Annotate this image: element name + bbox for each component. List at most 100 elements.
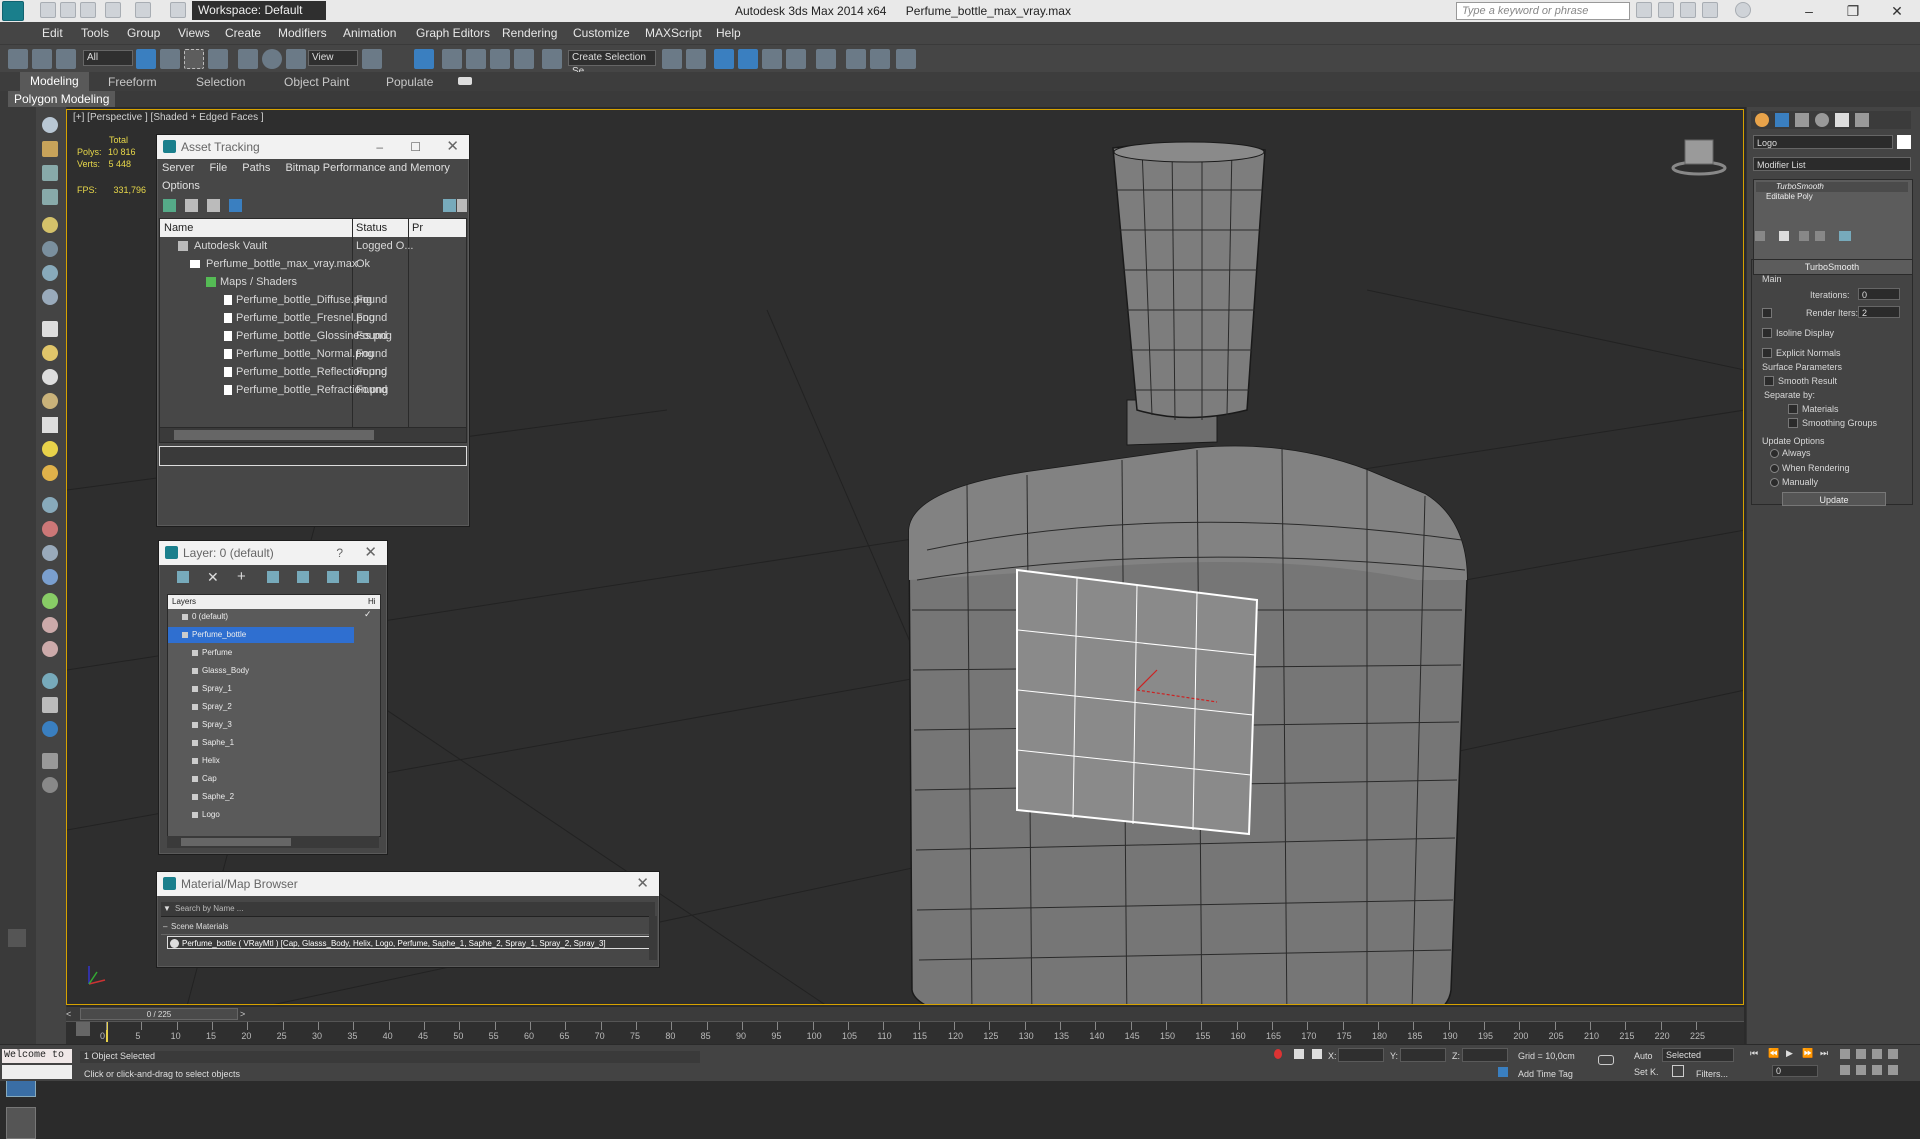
bind-spacewarp-icon[interactable] [56, 49, 76, 69]
hair-icon[interactable] [42, 617, 58, 633]
minimize-button[interactable]: – [1789, 2, 1829, 20]
table-row[interactable]: Perfume_bottle_Refraction.png Found [160, 381, 466, 399]
percent-snap-icon[interactable] [490, 49, 510, 69]
cloth-icon[interactable] [42, 641, 58, 657]
table-row[interactable]: Perfume_bottle_Normal.png Found [160, 345, 466, 363]
make-unique-icon[interactable] [1799, 231, 1809, 241]
rollout-title[interactable]: TurboSmooth [1752, 262, 1912, 272]
column-path[interactable]: Pr [412, 219, 423, 237]
menu-maxscript[interactable]: MAXScript [645, 26, 702, 40]
update-button[interactable]: Update [1782, 492, 1886, 506]
x-coordinate-field[interactable] [1338, 1048, 1384, 1062]
camera-icon[interactable] [42, 241, 58, 257]
orbit-icon[interactable] [1872, 1065, 1882, 1075]
material-browser-titlebar[interactable]: Material/Map Browser ✕ [157, 872, 659, 896]
highlight-layer-icon[interactable] [297, 571, 309, 583]
column-hide[interactable]: Hi [368, 595, 376, 609]
search-options-icon[interactable]: ▼ [163, 904, 171, 913]
minimize-icon[interactable]: – [376, 135, 383, 159]
isolate-selection-icon[interactable] [1274, 1049, 1282, 1059]
layer-row[interactable]: Spray_3 [168, 717, 380, 733]
tab-object-paint[interactable]: Object Paint [284, 75, 349, 89]
table-row[interactable]: Perfume_bottle_Fresnel.png Found [160, 309, 466, 327]
scale-icon[interactable] [286, 49, 306, 69]
new-file-icon[interactable] [40, 2, 56, 18]
close-icon[interactable]: ✕ [636, 872, 649, 896]
next-frame-arrow-icon[interactable]: > [240, 1007, 252, 1021]
zoom-extents-icon[interactable] [1872, 1049, 1882, 1059]
angle-snap-icon[interactable] [466, 49, 486, 69]
communication-icon[interactable] [1680, 2, 1696, 18]
layer-row[interactable]: Perfume [168, 645, 380, 661]
manually-radio[interactable] [1770, 478, 1779, 487]
time-slider-thumb[interactable]: 0 / 225 [80, 1008, 238, 1020]
render-setup-icon[interactable] [846, 49, 866, 69]
current-frame-field[interactable]: 0 [1772, 1065, 1818, 1077]
menu-group[interactable]: Group [127, 26, 160, 40]
column-layers[interactable]: Layers [172, 595, 196, 609]
ribbon-minimize-icon[interactable] [458, 77, 472, 85]
stack-item-turbosmooth[interactable]: TurboSmooth [1756, 182, 1908, 192]
goto-end-icon[interactable]: ⏭ [1820, 1048, 1828, 1059]
menu-tools[interactable]: Tools [81, 26, 109, 40]
helper-icon[interactable] [42, 265, 58, 281]
move-icon[interactable] [238, 49, 258, 69]
set-key-button[interactable]: Set K. [1634, 1067, 1659, 1077]
omni-light-icon[interactable] [42, 465, 58, 481]
layer-row[interactable]: Spray_1 [168, 681, 380, 697]
column-name[interactable]: Name [164, 219, 193, 237]
menu-bitmap-performance[interactable]: Bitmap Performance and Memory [285, 162, 449, 174]
default-tangent-icon[interactable] [1672, 1065, 1684, 1077]
filters-button[interactable]: Filters... [1696, 1069, 1728, 1079]
graphite-toolbar-icon[interactable] [762, 49, 782, 69]
save-file-icon[interactable] [80, 2, 96, 18]
hide-all-layers-icon[interactable] [327, 571, 339, 583]
auto-key-button[interactable]: Auto [1634, 1051, 1653, 1061]
track-bar[interactable]: 0 5 10 15 20 25 30 35 40 45 50 55 60 65 70 75 80 85 90 95 10… [66, 1021, 1744, 1045]
table-row[interactable]: Maps / Shaders [160, 273, 466, 291]
add-time-tag[interactable]: Add Time Tag [1518, 1069, 1573, 1079]
help-circle-icon[interactable] [42, 777, 58, 793]
document-icon[interactable] [42, 165, 58, 181]
clone-icon[interactable] [42, 697, 58, 713]
grid-icon[interactable] [42, 189, 58, 205]
select-by-name-icon[interactable] [160, 49, 180, 69]
select-in-layer-icon[interactable] [267, 571, 279, 583]
plane-icon[interactable] [42, 321, 58, 337]
z-coordinate-field[interactable] [1462, 1048, 1508, 1062]
always-radio[interactable] [1770, 449, 1779, 458]
mirror-icon[interactable] [662, 49, 682, 69]
perspective-viewport[interactable]: [+] [Perspective ] [Shaded + Edged Faces… [66, 109, 1744, 1005]
menu-modifiers[interactable]: Modifiers [278, 26, 327, 40]
fov-icon[interactable] [1840, 1065, 1850, 1075]
hierarchy-tab-icon[interactable] [1795, 113, 1809, 127]
utilities-tab-icon[interactable] [1855, 113, 1869, 127]
scene-explorer-icon[interactable] [714, 49, 734, 69]
menu-graph-editors[interactable]: Graph Editors [416, 26, 490, 40]
smoothing-groups-checkbox[interactable] [1788, 418, 1798, 428]
tab-populate[interactable]: Populate [386, 75, 433, 89]
display-tab-icon[interactable] [1835, 113, 1849, 127]
subscription-icon[interactable] [1658, 2, 1674, 18]
tab-modeling[interactable]: Modeling [20, 72, 89, 91]
snap-toggle-icon[interactable] [442, 49, 462, 69]
layer-row[interactable]: Helix [168, 753, 380, 769]
redo-icon[interactable] [135, 2, 151, 18]
key-icon[interactable] [1598, 1055, 1614, 1065]
maximize-button[interactable]: ❐ [1833, 2, 1873, 20]
new-layer-icon[interactable] [177, 571, 189, 583]
materials-checkbox[interactable] [1788, 404, 1798, 414]
smooth-result-checkbox[interactable] [1764, 376, 1774, 386]
motion-tab-icon[interactable] [1815, 113, 1829, 127]
viewport-layout-alt-icon[interactable] [6, 1107, 36, 1139]
grid-view-icon[interactable] [229, 199, 242, 212]
menu-rendering[interactable]: Rendering [502, 26, 557, 40]
modify-tab-icon[interactable] [1775, 113, 1789, 127]
maxscript-input[interactable] [2, 1065, 72, 1079]
prev-key-icon[interactable]: ⏪ [1768, 1048, 1779, 1059]
menu-options[interactable]: Options [162, 180, 200, 192]
curve-editor-icon[interactable] [786, 49, 806, 69]
material-item[interactable]: Perfume_bottle ( VRayMtl ) [Cap, Glasss_… [167, 936, 650, 949]
globe-icon[interactable] [42, 569, 58, 585]
asset-tracking-titlebar[interactable]: Asset Tracking – ☐ ✕ [157, 135, 469, 159]
